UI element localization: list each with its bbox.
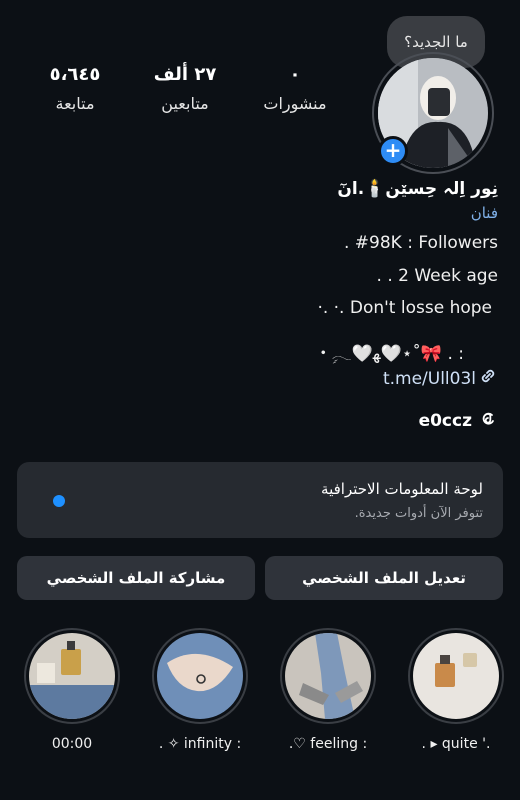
- highlight-ring: [408, 628, 504, 724]
- bio-line-1: . #98K : Followers: [344, 233, 498, 253]
- following-label: متابعة: [55, 94, 95, 113]
- highlight-item[interactable]: 00:00: [22, 628, 122, 752]
- highlight-item[interactable]: . ✧ infinity :: [150, 628, 250, 752]
- highlight-label: . ▸ quite '.: [421, 736, 491, 752]
- highlight-label: . ✧ infinity :: [158, 736, 242, 752]
- dashboard-title: لوحة المعلومات الاحترافية: [321, 480, 483, 498]
- bio-line-4: ・ࣲ𓂃🤍ﻬ🤍⋆˚🎀 . :: [314, 344, 464, 364]
- followers-count: ٢٧ ألف: [153, 64, 217, 85]
- link-icon: [478, 366, 498, 391]
- highlight-item[interactable]: .♡ feeling :: [278, 628, 378, 752]
- add-story-plus-icon[interactable]: +: [378, 136, 408, 166]
- bio-link-text: t.me/Ull03l: [382, 368, 476, 389]
- stat-following[interactable]: ٥،٦٤٥ متابعة: [20, 62, 130, 113]
- dashboard-subtitle: تتوفر الآن أدوات جديدة.: [354, 506, 483, 521]
- highlight-item[interactable]: . ▸ quite '.: [406, 628, 506, 752]
- share-profile-button[interactable]: مشاركة الملف الشخصي: [17, 556, 255, 600]
- stat-followers[interactable]: ٢٧ ألف متابعين: [130, 62, 240, 113]
- highlight-cover: [157, 633, 243, 719]
- posts-count: ٠: [289, 64, 301, 85]
- profile-category: فنان: [470, 204, 498, 222]
- highlight-cover: [29, 633, 115, 719]
- posts-label: منشورات: [263, 94, 327, 113]
- edit-profile-button[interactable]: تعديل الملف الشخصي: [265, 556, 503, 600]
- highlight-ring: [280, 628, 376, 724]
- profile-name: نِور اِلہ حِسێن🕯️.انٓ: [337, 179, 498, 199]
- note-text: ما الجديد؟: [404, 33, 468, 51]
- bio-link[interactable]: t.me/Ull03l: [383, 366, 498, 391]
- threads-badge[interactable]: e0ccz: [419, 408, 498, 433]
- bio-line-3: ·. ·. Don't losse hope: [317, 298, 492, 318]
- highlight-label: 00:00: [51, 736, 93, 752]
- threads-handle: e0ccz: [418, 410, 472, 431]
- bio-line-2: . . 2 Week age: [376, 266, 498, 286]
- highlight-cover: [413, 633, 499, 719]
- threads-icon: [478, 408, 498, 433]
- professional-dashboard[interactable]: لوحة المعلومات الاحترافية تتوفر الآن أدو…: [17, 462, 503, 538]
- highlight-ring: [24, 628, 120, 724]
- stat-posts[interactable]: ٠ منشورات: [240, 62, 350, 113]
- following-count: ٥،٦٤٥: [49, 64, 101, 85]
- highlight-ring: [152, 628, 248, 724]
- followers-label: متابعين: [161, 94, 209, 113]
- new-indicator-dot: [53, 495, 65, 507]
- highlight-cover: [285, 633, 371, 719]
- highlight-label: .♡ feeling :: [288, 736, 368, 752]
